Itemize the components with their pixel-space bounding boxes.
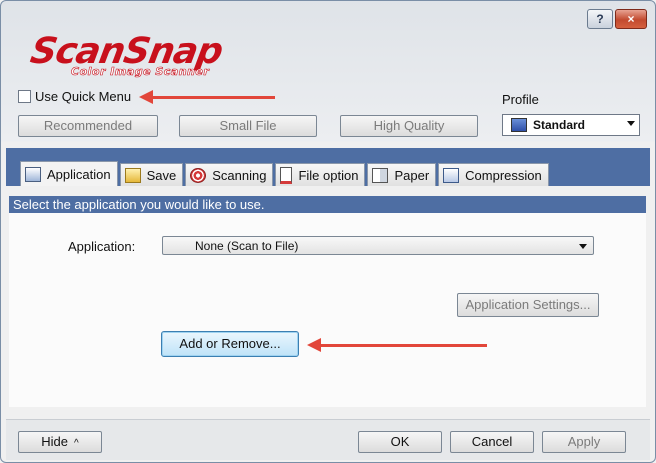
tab-label: Compression [465, 167, 542, 183]
tab-label: Paper [394, 167, 430, 183]
tab-paper[interactable]: Paper [367, 163, 437, 186]
scansnap-settings-window: ? × ScanSnap Color Image Scanner Use Qui… [0, 0, 656, 463]
tab-file-option[interactable]: File option [275, 163, 366, 186]
use-quick-menu-label: Use Quick Menu [35, 89, 132, 104]
profile-selected-value: Standard [533, 118, 586, 132]
scanner-profile-icon [511, 118, 527, 132]
folder-icon [124, 167, 141, 183]
ok-button[interactable]: OK [358, 431, 442, 453]
arrow-shaft [151, 96, 275, 99]
close-button[interactable]: × [615, 9, 647, 29]
tab-label: Scanning [212, 167, 267, 183]
tab-label: Save [146, 167, 177, 183]
application-selected-value: None (Scan to File) [195, 239, 299, 253]
hide-label: Hide [41, 434, 69, 449]
paper-icon [372, 167, 389, 183]
application-label: Application: [68, 239, 136, 254]
compression-icon [443, 167, 460, 183]
tab-label: File option [298, 167, 359, 183]
tab-save[interactable]: Save [119, 163, 184, 186]
small-file-button[interactable]: Small File [179, 115, 317, 137]
arrow-head-icon [139, 90, 153, 104]
arrow-shaft [319, 344, 487, 347]
arrow-head-icon [307, 338, 321, 352]
profile-label: Profile [502, 92, 539, 107]
recommended-button[interactable]: Recommended [18, 115, 158, 137]
chevron-down-icon [627, 121, 635, 126]
tab-scanning[interactable]: Scanning [185, 163, 274, 186]
instruction-header: Select the application you would like to… [9, 196, 646, 213]
checkbox-box[interactable] [18, 90, 31, 103]
chevron-up-icon: ^ [74, 438, 79, 449]
hide-button[interactable]: Hide ^ [18, 431, 102, 453]
file-option-icon [280, 166, 293, 184]
tab-strip: Application Save Scanning File option Pa… [20, 161, 551, 186]
logo-sub-text: Color Image Scanner [71, 65, 210, 79]
help-button[interactable]: ? [587, 9, 613, 29]
application-icon [25, 166, 41, 182]
scanning-icon [190, 167, 207, 183]
cancel-button[interactable]: Cancel [450, 431, 534, 453]
application-dropdown[interactable]: None (Scan to File) [162, 236, 594, 255]
apply-button[interactable]: Apply [542, 431, 626, 453]
chevron-down-icon [579, 244, 587, 249]
tab-compression[interactable]: Compression [438, 163, 549, 186]
tab-label: Application [47, 166, 111, 182]
high-quality-button[interactable]: High Quality [340, 115, 478, 137]
tab-application[interactable]: Application [20, 161, 118, 186]
add-or-remove-button[interactable]: Add or Remove... [161, 331, 299, 357]
profile-dropdown[interactable]: Standard [502, 114, 640, 136]
use-quick-menu-checkbox[interactable]: Use Quick Menu [18, 89, 131, 104]
application-settings-button[interactable]: Application Settings... [457, 293, 599, 317]
scansnap-logo: ScanSnap Color Image Scanner [27, 31, 321, 79]
